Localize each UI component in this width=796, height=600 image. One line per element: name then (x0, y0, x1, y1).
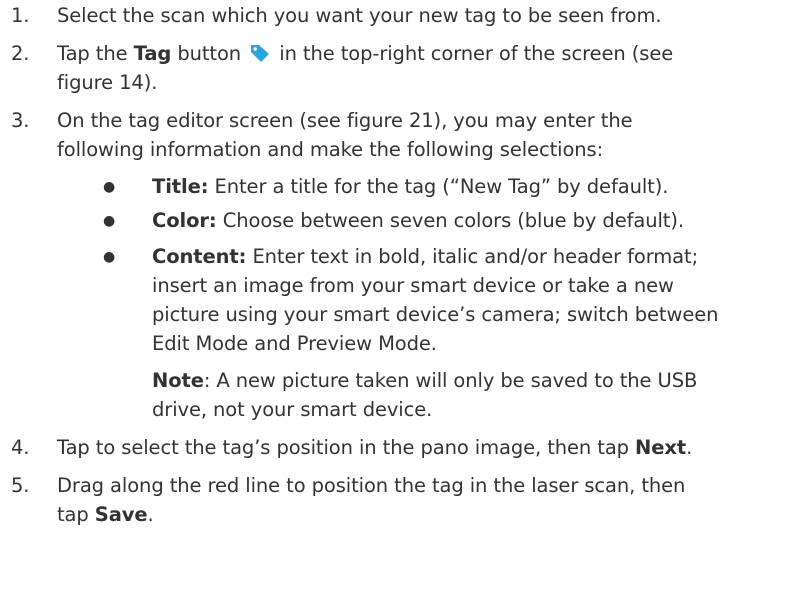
step-5-line-1: Drag along the red line to position the … (57, 474, 686, 497)
step-5-save-label: Save (94, 503, 148, 526)
bullet-title: Title: Enter a title for the tag (“New T… (152, 173, 668, 201)
step-3-line-1: On the tag editor screen (see figure 21)… (57, 109, 633, 132)
bullet-marker: ● (103, 249, 116, 265)
bullet-content-note-line-2: drive, not your smart device. (152, 398, 433, 421)
step-1-number: 1. (11, 4, 30, 27)
bullet-content-line-2: insert an image from your smart device o… (152, 274, 674, 297)
bullet-color-text: Choose between seven colors (blue by def… (216, 209, 684, 232)
note-text: : A new picture taken will only be saved… (203, 369, 698, 392)
note-label: Note (152, 369, 204, 392)
instruction-document: 1. Select the scan which you want your n… (0, 0, 796, 600)
step-3-line-2: following information and make the follo… (57, 138, 604, 161)
bullet-marker: ● (103, 179, 116, 195)
step-4-pre: Tap to select the tag’s position in the … (57, 436, 636, 459)
bullet-color-label: Color: (152, 209, 217, 232)
step-2-tag-label: Tag (133, 42, 172, 65)
bullet-marker: ● (103, 213, 116, 229)
step-1-text: Select the scan which you want your new … (57, 4, 662, 27)
step-2-post: in the top-right corner of the screen (s… (273, 42, 674, 65)
step-4-post: . (686, 436, 693, 459)
step-4-text: Tap to select the tag’s position in the … (57, 434, 692, 462)
bullet-content-line-3: picture using your smart device’s camera… (152, 303, 719, 326)
step-4-next-label: Next (635, 436, 687, 459)
step-2-line-2: figure 14). (57, 71, 158, 94)
step-5-line-2: tap Save. (57, 501, 154, 529)
bullet-title-text: Enter a title for the tag (“New Tag” by … (208, 175, 669, 198)
step-3-number: 3. (11, 109, 30, 132)
bullet-content-text: Enter text in bold, italic and/or header… (246, 245, 699, 268)
step-5-number: 5. (11, 474, 30, 497)
bullet-content-label: Content: (152, 245, 247, 268)
bullet-content-note: Note: A new picture taken will only be s… (152, 367, 697, 395)
step-2-mid: button (171, 42, 248, 65)
bullet-color: Color: Choose between seven colors (blue… (152, 207, 684, 235)
bullet-title-label: Title: (152, 175, 209, 198)
step-2-line-1: Tap the Tag button in the top-right corn… (57, 40, 673, 68)
step-4-number: 4. (11, 436, 30, 459)
bullet-content: Content: Enter text in bold, italic and/… (152, 243, 698, 271)
bullet-content-line-4: Edit Mode and Preview Mode. (152, 332, 437, 355)
step-5-pre: tap (57, 503, 95, 526)
step-2-pre: Tap the (57, 42, 134, 65)
step-5-post: . (147, 503, 154, 526)
step-2-number: 2. (11, 42, 30, 65)
tag-icon (249, 43, 271, 63)
